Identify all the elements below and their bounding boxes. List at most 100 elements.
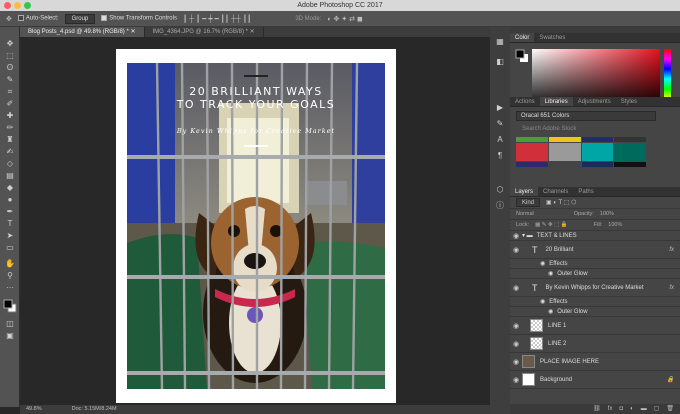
swatch[interactable] bbox=[548, 162, 581, 167]
placed-dog-photo[interactable]: 20 BRILLIANT WAYS TO TRACK YOUR GOALS By… bbox=[127, 63, 385, 389]
eraser-tool-icon[interactable]: ◇ bbox=[3, 159, 17, 169]
clone-stamp-tool-icon[interactable]: ♜ bbox=[3, 135, 17, 145]
quick-select-tool-icon[interactable]: ✎ bbox=[3, 75, 17, 85]
foreground-background-color-icon[interactable] bbox=[3, 299, 17, 313]
tab-libraries[interactable]: Libraries bbox=[539, 97, 573, 106]
3d-tools-icons[interactable]: ◐ ✥ ✦ ⇄ ◼ bbox=[327, 15, 362, 23]
quick-mask-icon[interactable]: ◫ bbox=[3, 319, 17, 329]
lasso-tool-icon[interactable]: ʘ bbox=[3, 63, 17, 73]
close-tab-icon[interactable]: ✕ bbox=[130, 29, 135, 35]
fg-bg-swatches[interactable] bbox=[515, 49, 529, 65]
layer-line-1[interactable]: ◉ LINE 1 bbox=[510, 317, 680, 335]
blur-tool-icon[interactable]: ◆ bbox=[3, 183, 17, 193]
auto-select-dropdown[interactable]: Group bbox=[64, 13, 96, 24]
visibility-eye-icon[interactable]: ◉ bbox=[510, 246, 522, 254]
tab-color[interactable]: Color bbox=[510, 33, 535, 42]
crop-tool-icon[interactable]: ⌗ bbox=[3, 87, 17, 97]
actions-panel-icon[interactable]: ▶ bbox=[493, 103, 507, 113]
info-panel-icon[interactable]: ⓘ bbox=[493, 201, 507, 211]
path-select-tool-icon[interactable]: ➤ bbox=[3, 231, 17, 241]
new-layer-icon[interactable]: ▢ bbox=[654, 404, 660, 414]
dodge-tool-icon[interactable]: ● bbox=[3, 195, 17, 205]
paragraph-panel-icon[interactable]: ¶ bbox=[493, 151, 507, 161]
effects-eye-icon[interactable]: ◉ bbox=[540, 260, 545, 267]
move-tool-icon[interactable]: ✥ bbox=[6, 15, 12, 23]
gradient-tool-icon[interactable]: ▤ bbox=[3, 171, 17, 181]
new-group-icon[interactable]: ▬ bbox=[641, 404, 647, 414]
effects-fx-icon[interactable]: fx bbox=[669, 285, 674, 291]
filter-icons[interactable]: ▣ ◐ T ⬚ ⬡ bbox=[546, 199, 576, 206]
add-style-icon[interactable]: fx bbox=[608, 404, 613, 414]
more-tools-icon[interactable]: ··· bbox=[3, 283, 17, 293]
layer-effect-outer-glow[interactable]: ◉ Outer Glow bbox=[510, 269, 680, 279]
layer-effects-row[interactable]: ◉ Effects bbox=[510, 297, 680, 307]
brush-panel-icon[interactable]: ✎ bbox=[493, 119, 507, 129]
swatch[interactable] bbox=[548, 143, 581, 161]
effect-eye-icon[interactable]: ◉ bbox=[548, 308, 553, 315]
zoom-tool-icon[interactable]: ⚲ bbox=[3, 271, 17, 281]
visibility-eye-icon[interactable]: ◉ bbox=[510, 232, 522, 240]
tab-blog-posts[interactable]: Blog Posts_4.psd @ 49.8% (RGB/8) * ✕ bbox=[20, 27, 145, 37]
character-panel-icon[interactable]: A bbox=[493, 135, 507, 145]
visibility-eye-icon[interactable]: ◉ bbox=[510, 376, 522, 384]
properties-panel-icon[interactable]: ◧ bbox=[493, 57, 507, 67]
tab-actions[interactable]: Actions bbox=[510, 97, 540, 106]
poster-subtitle[interactable]: By Kevin Whipps for Creative Market bbox=[127, 127, 385, 135]
layer-text-20-brilliant[interactable]: ◉ T 20 Brilliant fx bbox=[510, 241, 680, 259]
type-tool-icon[interactable]: T bbox=[3, 219, 17, 229]
swatch[interactable] bbox=[614, 162, 646, 167]
lock-icons[interactable]: ▦ ✎ ✥ ⬚ 🔒 bbox=[535, 222, 568, 228]
effects-fx-icon[interactable]: fx bbox=[669, 247, 674, 253]
tab-channels[interactable]: Channels bbox=[538, 187, 573, 196]
3d-panel-icon[interactable]: ⬡ bbox=[493, 185, 507, 195]
swatch[interactable] bbox=[581, 143, 614, 161]
close-window-button[interactable] bbox=[4, 2, 11, 9]
visibility-eye-icon[interactable]: ◉ bbox=[510, 322, 522, 330]
show-transform-checkbox[interactable]: Show Transform Controls bbox=[101, 15, 177, 22]
auto-select-checkbox[interactable]: Auto-Select: bbox=[17, 15, 59, 22]
tab-img-4364[interactable]: IMG_4364.JPG @ 16.7% (RGB/8) * ✕ bbox=[145, 27, 264, 37]
zoom-level[interactable]: 49.8% bbox=[26, 405, 42, 414]
move-tool-icon[interactable]: ✥ bbox=[3, 39, 17, 49]
delete-layer-icon[interactable]: 🗑 bbox=[666, 404, 674, 414]
lock-icon[interactable]: 🔒 bbox=[667, 376, 674, 383]
swatch[interactable] bbox=[614, 137, 646, 142]
tab-adjustments[interactable]: Adjustments bbox=[573, 97, 616, 106]
add-mask-icon[interactable]: ◘ bbox=[619, 404, 623, 414]
marquee-tool-icon[interactable]: ⬚ bbox=[3, 51, 17, 61]
effects-eye-icon[interactable]: ◉ bbox=[540, 298, 545, 305]
visibility-eye-icon[interactable]: ◉ bbox=[510, 284, 522, 292]
document-canvas[interactable]: 20 BRILLIANT WAYS TO TRACK YOUR GOALS By… bbox=[116, 49, 396, 403]
stock-search-input[interactable]: Search Adobe Stock bbox=[516, 125, 666, 134]
zoom-window-button[interactable] bbox=[24, 2, 31, 9]
opacity-field[interactable]: 100% bbox=[600, 211, 614, 217]
history-brush-tool-icon[interactable]: ✍ bbox=[3, 147, 17, 157]
link-layers-icon[interactable]: ⛓ bbox=[593, 404, 601, 414]
swatch[interactable] bbox=[548, 137, 581, 142]
visibility-eye-icon[interactable]: ◉ bbox=[510, 358, 522, 366]
adjustment-layer-icon[interactable]: ◐ bbox=[630, 404, 634, 414]
tab-paths[interactable]: Paths bbox=[573, 187, 598, 196]
align-icons[interactable]: ┃ ┼ ┃ ━ ┿ ━ ┃┃ ┼┼ ┃┃ bbox=[183, 15, 251, 23]
canvas-area[interactable]: 20 BRILLIANT WAYS TO TRACK YOUR GOALS By… bbox=[20, 37, 506, 405]
layer-group-text-lines[interactable]: ◉ ▾ ▬ TEXT & LINES bbox=[510, 231, 680, 241]
doc-size[interactable]: Doc: 5.15M/8.24M bbox=[72, 405, 117, 414]
layer-effect-outer-glow[interactable]: ◉ Outer Glow bbox=[510, 307, 680, 317]
layer-filter-dropdown[interactable]: Kind bbox=[516, 198, 541, 207]
library-dropdown[interactable]: Oracal 651 Colors bbox=[516, 111, 656, 121]
history-panel-icon[interactable]: ▦ bbox=[493, 37, 507, 47]
brush-tool-icon[interactable]: ✏ bbox=[3, 123, 17, 133]
visibility-eye-icon[interactable]: ◉ bbox=[510, 340, 522, 348]
layer-place-image[interactable]: ◉ PLACE IMAGE HERE bbox=[510, 353, 680, 371]
layer-background[interactable]: ◉ Background 🔒 bbox=[510, 371, 680, 389]
layer-text-byline[interactable]: ◉ T By Kevin Whipps for Creative Market … bbox=[510, 279, 680, 297]
tab-swatches[interactable]: Swatches bbox=[534, 33, 570, 42]
swatch[interactable] bbox=[614, 143, 646, 161]
layer-effects-row[interactable]: ◉ Effects bbox=[510, 259, 680, 269]
close-tab-icon[interactable]: ✕ bbox=[250, 29, 255, 35]
swatch[interactable] bbox=[581, 137, 614, 142]
screen-mode-icon[interactable]: ▣ bbox=[3, 331, 17, 341]
healing-brush-tool-icon[interactable]: ✚ bbox=[3, 111, 17, 121]
pen-tool-icon[interactable]: ✒ bbox=[3, 207, 17, 217]
poster-title[interactable]: 20 BRILLIANT WAYS TO TRACK YOUR GOALS bbox=[127, 85, 385, 111]
